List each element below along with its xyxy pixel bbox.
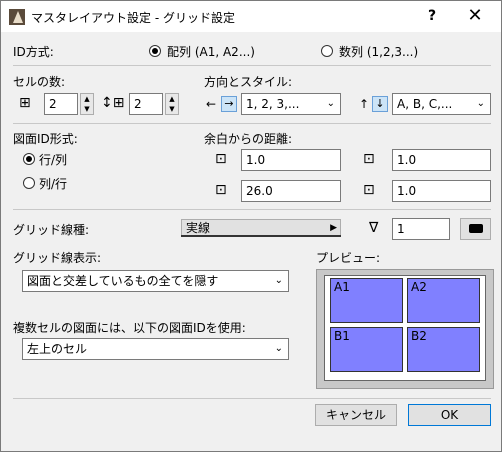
margin-right-icon: ⊡	[363, 182, 375, 198]
multi-cell-value: 左上のセル	[27, 342, 88, 356]
separator	[13, 65, 491, 66]
arrow-down-icon[interactable]: ↓	[372, 96, 388, 112]
app-logo-icon	[9, 9, 25, 25]
ok-button[interactable]: OK	[408, 404, 491, 426]
format-col-row-label[interactable]: 列/行	[39, 175, 67, 192]
margin-bottom-field[interactable]: 26.0	[241, 180, 341, 202]
arrow-up-icon[interactable]: ↑	[359, 96, 369, 112]
rows-field[interactable]: 2	[129, 93, 163, 115]
direction-style-label: 方向とスタイル:	[204, 75, 293, 89]
preview-cell: B1	[330, 327, 403, 372]
id-method-array-label[interactable]: 配列 (A1, A2...)	[167, 43, 255, 60]
close-button[interactable]: ✕	[457, 3, 493, 29]
id-method-numeric-radio[interactable]	[321, 45, 333, 57]
stepper-down-icon[interactable]: ▼	[166, 104, 178, 114]
columns-icon: ⊞	[19, 95, 31, 111]
chevron-down-icon: ⌄	[326, 98, 335, 109]
separator	[13, 398, 491, 399]
stepper-up-icon[interactable]: ▲	[81, 94, 93, 104]
grid-settings-dialog: マスタレイアウト設定 - グリッド設定 ? ✕ ID方式: 配列 (A1, A2…	[0, 0, 502, 452]
line-preview	[181, 235, 341, 237]
grid-line-display-select[interactable]: 図面と交差しているもの全てを隠す ⌄	[22, 270, 289, 292]
arrow-left-icon[interactable]: ←	[206, 96, 216, 112]
format-row-col-radio[interactable]	[23, 153, 35, 165]
cancel-button[interactable]: キャンセル	[315, 404, 397, 426]
multi-cell-label: 複数セルの図面には、以下の図面IDを使用:	[13, 321, 246, 335]
horizontal-style-select[interactable]: 1, 2, 3,... ⌄	[241, 93, 341, 115]
multi-cell-select[interactable]: 左上のセル ⌄	[22, 338, 289, 360]
preview-label: プレビュー:	[316, 251, 381, 265]
separator	[13, 123, 491, 124]
columns-stepper[interactable]: ▲ ▼	[80, 93, 94, 115]
format-col-row-radio[interactable]	[23, 177, 35, 189]
grid-line-display-value: 図面と交差しているもの全てを隠す	[27, 274, 219, 288]
cell-count-label: セルの数:	[13, 75, 66, 89]
margins-label: 余白からの距離:	[204, 132, 293, 146]
margin-top-field[interactable]: 1.0	[241, 149, 341, 171]
pen-color-button[interactable]	[460, 218, 491, 240]
margin-right-field[interactable]: 1.0	[392, 180, 491, 202]
pen-icon: ∇	[369, 220, 379, 236]
grid-line-display-label: グリッド線表示:	[13, 251, 102, 265]
triangle-right-icon: ▶	[330, 223, 337, 233]
preview-cell: A2	[407, 278, 480, 323]
preview-cell: B2	[407, 327, 480, 372]
vertical-style-value: A, B, C,...	[397, 97, 453, 111]
help-button[interactable]: ?	[421, 5, 443, 27]
stepper-up-icon[interactable]: ▲	[166, 94, 178, 104]
margin-left-icon: ⊡	[363, 151, 375, 167]
grid-line-type-label: グリッド線種:	[13, 223, 90, 237]
horizontal-style-value: 1, 2, 3,...	[246, 97, 300, 111]
arrow-right-icon[interactable]: →	[221, 96, 237, 112]
line-type-value: 実線	[186, 221, 211, 235]
margin-left-field[interactable]: 1.0	[392, 149, 491, 171]
stepper-down-icon[interactable]: ▼	[81, 104, 93, 114]
pen-number-field[interactable]: 1	[392, 218, 450, 240]
margin-bottom-icon: ⊡	[215, 182, 227, 198]
vertical-style-select[interactable]: A, B, C,... ⌄	[392, 93, 491, 115]
rows-stepper[interactable]: ▲ ▼	[165, 93, 179, 115]
id-method-label: ID方式:	[13, 45, 54, 59]
window-title: マスタレイアウト設定 - グリッド設定	[31, 11, 235, 25]
id-method-numeric-label[interactable]: 数列 (1,2,3...)	[339, 43, 418, 60]
chevron-down-icon: ⌄	[476, 98, 485, 109]
rows-icon: ↕⊞	[101, 95, 125, 111]
pen-color-swatch	[468, 224, 483, 233]
chevron-down-icon: ⌄	[274, 343, 283, 354]
preview-panel: A1 A2 B1 B2	[316, 269, 494, 389]
preview-cell: A1	[330, 278, 403, 323]
margin-top-icon: ⊡	[215, 151, 227, 167]
preview-page: A1 A2 B1 B2	[324, 275, 486, 381]
chevron-down-icon: ⌄	[274, 275, 283, 286]
title-bar: マスタレイアウト設定 - グリッド設定 ? ✕	[1, 1, 501, 32]
separator	[13, 209, 491, 210]
drawing-id-format-label: 図面ID形式:	[13, 132, 78, 146]
id-method-array-radio[interactable]	[149, 45, 161, 57]
format-row-col-label[interactable]: 行/列	[39, 151, 67, 168]
columns-field[interactable]: 2	[44, 93, 78, 115]
